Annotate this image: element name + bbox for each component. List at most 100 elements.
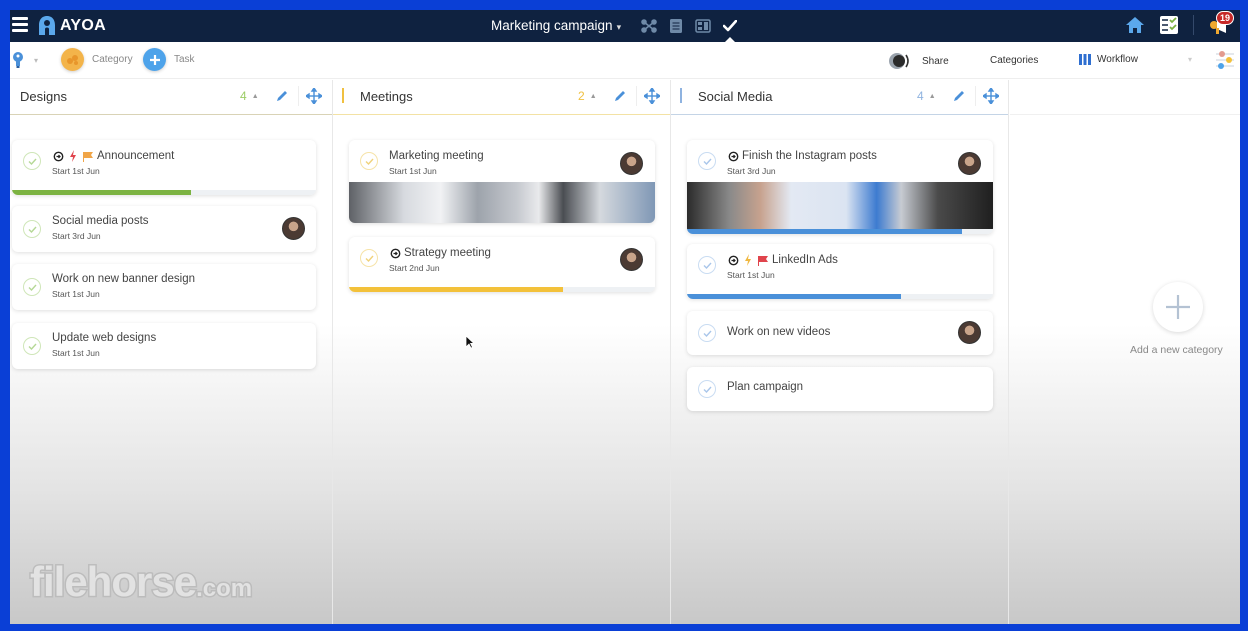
- share-button[interactable]: Share: [888, 52, 949, 70]
- complete-checkbox[interactable]: [698, 152, 716, 170]
- workflow-label: Workflow: [1097, 54, 1138, 65]
- canvas-view-icon[interactable]: [694, 17, 712, 35]
- divider: [975, 86, 976, 106]
- category-icon: [61, 48, 84, 71]
- home-icon[interactable]: [1125, 16, 1145, 34]
- count-value: 4: [917, 89, 924, 103]
- complete-checkbox[interactable]: [698, 380, 716, 398]
- complete-checkbox[interactable]: [698, 324, 716, 342]
- plus-icon: [143, 48, 166, 71]
- assignee-avatar[interactable]: [958, 152, 981, 175]
- task-card[interactable]: Marketing meeting Start 1st Jun: [349, 140, 655, 223]
- idea-dropdown[interactable]: ▾: [12, 51, 38, 69]
- assignee-avatar[interactable]: [620, 248, 643, 271]
- assignee-avatar[interactable]: [620, 152, 643, 175]
- move-arrows-icon[interactable]: [644, 88, 660, 104]
- category-label: Category: [92, 54, 133, 65]
- column-task-count[interactable]: 4 ▲: [917, 89, 936, 103]
- task-start-date: Start 3rd Jun: [52, 231, 101, 241]
- notifications-button[interactable]: 19: [1208, 11, 1234, 36]
- workflow-dropdown[interactable]: Workflow ▾: [1079, 54, 1192, 65]
- task-list-icon[interactable]: [1159, 15, 1179, 35]
- complete-checkbox[interactable]: [360, 152, 378, 170]
- filter-settings-icon[interactable]: [1214, 50, 1236, 70]
- column-header: Meetings 2 ▲: [333, 80, 670, 115]
- watermark-suffix: .com: [195, 574, 254, 604]
- notification-count-badge: 19: [1215, 11, 1234, 25]
- column-header: Designs 4 ▲: [10, 80, 332, 115]
- count-value: 4: [240, 89, 247, 103]
- column-task-count[interactable]: 2 ▲: [578, 89, 597, 103]
- complete-checkbox[interactable]: [698, 256, 716, 274]
- task-card[interactable]: Work on new videos: [687, 311, 993, 355]
- complete-checkbox[interactable]: [360, 249, 378, 267]
- task-card[interactable]: Announcement Start 1st Jun: [12, 140, 316, 195]
- task-card[interactable]: Social media posts Start 3rd Jun: [12, 206, 316, 252]
- mouse-cursor-icon: [465, 335, 475, 349]
- assignee-avatar[interactable]: [282, 217, 305, 240]
- complete-checkbox[interactable]: [23, 278, 41, 296]
- lightbulb-icon: [13, 52, 23, 68]
- column-task-count[interactable]: 4 ▲: [240, 89, 259, 103]
- divider: [1193, 15, 1194, 35]
- edit-pencil-icon[interactable]: [275, 89, 289, 103]
- task-title: Social media posts: [52, 215, 149, 227]
- task-card[interactable]: Work on new banner design Start 1st Jun: [12, 264, 316, 310]
- chevron-down-icon: ▾: [1187, 55, 1192, 64]
- task-view-icon[interactable]: [721, 17, 739, 35]
- task-title: LinkedIn Ads: [727, 254, 838, 266]
- add-category-button[interactable]: [1153, 282, 1203, 332]
- cover-image[interactable]: [687, 182, 993, 229]
- progress-bar: [687, 294, 993, 299]
- flag-icon: [82, 150, 94, 162]
- complete-checkbox[interactable]: [23, 337, 41, 355]
- document-view-icon[interactable]: [667, 17, 685, 35]
- divider: [298, 86, 299, 106]
- collapse-arrow-icon: ▲: [928, 93, 936, 101]
- task-card[interactable]: LinkedIn Ads Start 1st Jun: [687, 244, 993, 299]
- column-color-accent: [680, 88, 682, 103]
- edit-pencil-icon[interactable]: [952, 89, 966, 103]
- task-title: Marketing meeting: [389, 150, 484, 162]
- menu-icon[interactable]: [12, 17, 28, 33]
- progress-bar: [349, 287, 655, 292]
- chevron-down-icon: ▾: [34, 55, 39, 65]
- categories-label: Categories: [990, 55, 1039, 66]
- task-card[interactable]: Update web designs Start 1st Jun: [12, 323, 316, 369]
- move-arrows-icon[interactable]: [983, 88, 999, 104]
- categories-button[interactable]: Categories: [990, 55, 1038, 66]
- recurring-icon: [389, 247, 401, 259]
- task-card[interactable]: Strategy meeting Start 2nd Jun: [349, 237, 655, 292]
- recurring-icon: [727, 254, 739, 266]
- board-title: Marketing campaign: [491, 18, 613, 33]
- share-avatars-icon: [889, 53, 909, 69]
- add-category-button[interactable]: Category: [61, 48, 133, 71]
- column-social-media: Social Media 4 ▲ Finish the Instagram pos…: [671, 80, 1009, 624]
- task-title-text: Finish the Instagram posts: [742, 150, 877, 162]
- task-start-date: Start 1st Jun: [52, 166, 100, 176]
- logo[interactable]: AYOA: [37, 15, 106, 36]
- plus-icon: [1166, 295, 1190, 319]
- cover-image[interactable]: [349, 182, 655, 223]
- add-category-label[interactable]: Add a new category: [1130, 344, 1223, 356]
- task-start-date: Start 1st Jun: [389, 166, 437, 176]
- complete-checkbox[interactable]: [23, 220, 41, 238]
- column-title: Meetings: [360, 89, 413, 104]
- move-arrows-icon[interactable]: [306, 88, 322, 104]
- task-card[interactable]: Plan campaign: [687, 367, 993, 411]
- chevron-down-icon: ▾: [616, 22, 622, 32]
- board-title-dropdown[interactable]: Marketing campaign ▾: [491, 18, 621, 33]
- task-start-date: Start 1st Jun: [52, 289, 100, 299]
- add-task-button[interactable]: Task: [143, 48, 195, 71]
- column-meetings: Meetings 2 ▲ Marketing meeting Start 1st …: [333, 80, 671, 624]
- assignee-avatar[interactable]: [958, 321, 981, 344]
- mind-map-view-icon[interactable]: [640, 17, 658, 35]
- task-card[interactable]: Finish the Instagram posts Start 3rd Jun: [687, 140, 993, 234]
- edit-pencil-icon[interactable]: [613, 89, 627, 103]
- task-title: Plan campaign: [727, 381, 804, 393]
- task-title-text: Announcement: [97, 150, 175, 162]
- task-title: Strategy meeting: [389, 247, 491, 259]
- divider: [636, 86, 637, 106]
- task-title: Finish the Instagram posts: [727, 150, 877, 162]
- complete-checkbox[interactable]: [23, 152, 41, 170]
